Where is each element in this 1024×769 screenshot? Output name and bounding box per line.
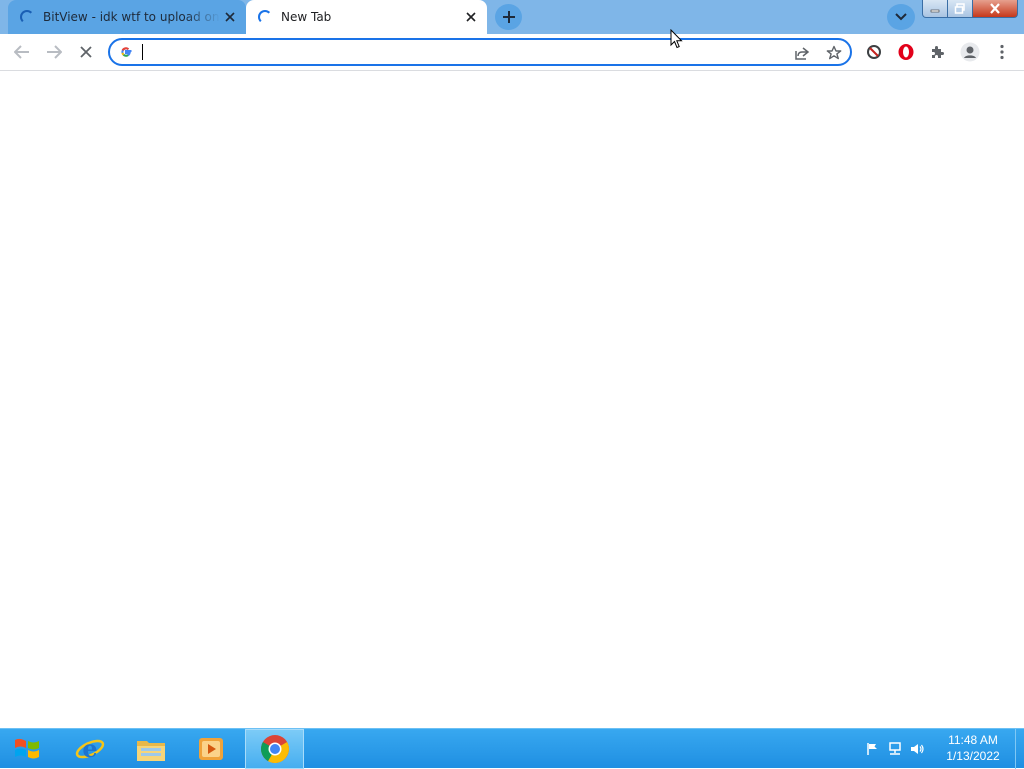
mouse-cursor-icon — [670, 29, 683, 49]
taskbar-chrome[interactable] — [245, 729, 304, 769]
block-icon — [867, 45, 881, 59]
chrome-icon — [260, 735, 289, 763]
profile-icon — [960, 42, 980, 62]
volume-icon[interactable] — [906, 738, 928, 760]
system-tray — [862, 729, 928, 769]
restore-button[interactable] — [948, 0, 973, 18]
puzzle-icon — [932, 46, 944, 58]
share-button[interactable] — [792, 43, 812, 63]
clock[interactable]: 11:48 AM 1/13/2022 — [938, 732, 1008, 764]
arrow-left-icon — [14, 45, 29, 59]
network-icon[interactable] — [884, 738, 906, 760]
media-player-icon — [199, 738, 223, 760]
flag-icon[interactable] — [862, 738, 884, 760]
star-icon — [826, 45, 842, 60]
block-extension-button[interactable] — [860, 38, 888, 66]
window-controls — [922, 0, 1018, 20]
chevron-down-icon — [895, 13, 907, 21]
file-explorer-icon — [137, 741, 165, 761]
stop-button[interactable] — [72, 38, 100, 66]
browser-toolbar — [0, 34, 1024, 71]
svg-text:e: e — [82, 734, 97, 763]
loading-spinner-icon — [20, 10, 34, 24]
plus-icon — [502, 11, 515, 23]
opera-extension-button[interactable] — [892, 38, 920, 66]
address-bar[interactable] — [108, 38, 852, 66]
tab-search-button[interactable] — [887, 4, 915, 30]
clock-time: 11:48 AM — [948, 733, 998, 747]
show-desktop-button[interactable] — [1015, 729, 1024, 769]
minimize-icon — [930, 9, 940, 12]
arrow-right-icon — [47, 45, 62, 59]
opera-icon — [898, 44, 914, 60]
google-icon — [121, 47, 132, 57]
new-tab-button[interactable] — [495, 4, 522, 30]
tab-title: BitView - idk wtf to upload on bi — [43, 10, 220, 24]
bookmark-button[interactable] — [824, 43, 844, 63]
tab-title: New Tab — [281, 10, 332, 24]
taskbar-media-player[interactable] — [184, 729, 238, 769]
loading-spinner-icon — [258, 10, 272, 24]
tab-new-tab[interactable]: New Tab — [246, 0, 487, 34]
close-icon[interactable] — [461, 7, 481, 27]
taskbar-internet-explorer[interactable]: e — [64, 729, 116, 769]
url-input[interactable] — [140, 43, 740, 61]
kebab-menu-icon — [1000, 44, 1004, 60]
taskbar-file-explorer[interactable] — [124, 729, 178, 769]
close-icon[interactable] — [220, 7, 240, 27]
share-icon — [795, 47, 810, 60]
page-content[interactable] — [0, 71, 1024, 728]
close-icon — [990, 3, 1000, 14]
text-caret — [142, 44, 143, 60]
taskbar: e 11:48 AM 1/13/2022 — [0, 728, 1024, 769]
stop-icon — [80, 46, 92, 58]
tab-strip: BitView - idk wtf to upload on bi New Ta… — [0, 0, 1024, 34]
windows-logo-icon — [15, 738, 39, 759]
profile-button[interactable] — [956, 38, 984, 66]
back-button[interactable] — [8, 38, 36, 66]
clock-date: 1/13/2022 — [946, 749, 1000, 763]
tab-bitview[interactable]: BitView - idk wtf to upload on bi — [8, 0, 246, 34]
start-button[interactable] — [0, 729, 54, 769]
internet-explorer-icon: e — [75, 734, 105, 763]
forward-button[interactable] — [40, 38, 68, 66]
menu-button[interactable] — [988, 38, 1016, 66]
minimize-button[interactable] — [922, 0, 948, 18]
extensions-button[interactable] — [924, 38, 952, 66]
close-window-button[interactable] — [973, 0, 1018, 18]
restore-icon — [954, 3, 965, 14]
